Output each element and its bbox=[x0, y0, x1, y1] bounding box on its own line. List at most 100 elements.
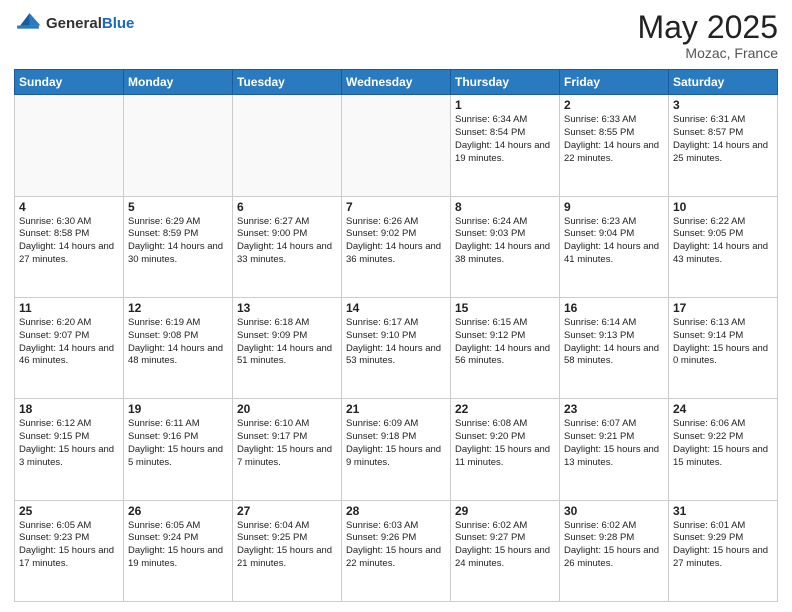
day-info: Sunrise: 6:06 AM Sunset: 9:22 PM Dayligh… bbox=[673, 418, 773, 469]
table-row: 1 Sunrise: 6:34 AM Sunset: 8:54 PM Daylig… bbox=[451, 95, 560, 196]
col-sunday: Sunday bbox=[15, 70, 124, 95]
col-friday: Friday bbox=[560, 70, 669, 95]
table-row: 4Sunrise: 6:30 AM Sunset: 8:58 PM Daylig… bbox=[15, 196, 124, 297]
location: Mozac, France bbox=[637, 45, 778, 61]
day-number: 25 bbox=[19, 504, 119, 518]
day-number: 5 bbox=[128, 200, 228, 214]
day-info: Sunrise: 6:03 AM Sunset: 9:26 PM Dayligh… bbox=[346, 520, 446, 571]
day-info: Sunrise: 6:17 AM Sunset: 9:10 PM Dayligh… bbox=[346, 317, 446, 368]
day-info: Sunrise: 6:05 AM Sunset: 9:24 PM Dayligh… bbox=[128, 520, 228, 571]
day-info: Sunrise: 6:12 AM Sunset: 9:15 PM Dayligh… bbox=[19, 418, 119, 469]
calendar-week-row: 25 Sunrise: 6:05 AM Sunset: 9:23 PM Dayli… bbox=[15, 500, 778, 601]
table-row: 3Sunrise: 6:31 AM Sunset: 8:57 PM Daylig… bbox=[669, 95, 778, 196]
table-row: 11Sunrise: 6:20 AM Sunset: 9:07 PM Dayli… bbox=[15, 297, 124, 398]
day-number: 17 bbox=[673, 301, 773, 315]
table-row: 2Sunrise: 6:33 AM Sunset: 8:55 PM Daylig… bbox=[560, 95, 669, 196]
header: GeneralBlue May 2025 Mozac, France bbox=[14, 10, 778, 61]
calendar-header-row: Sunday Monday Tuesday Wednesday Thursday… bbox=[15, 70, 778, 95]
day-number: 31 bbox=[673, 504, 773, 518]
table-row: 23Sunrise: 6:07 AM Sunset: 9:21 PM Dayli… bbox=[560, 399, 669, 500]
table-row bbox=[233, 95, 342, 196]
table-row bbox=[15, 95, 124, 196]
table-row: 13 Sunrise: 6:18 AM Sunset: 9:09 PM Dayli… bbox=[233, 297, 342, 398]
day-number: 13 bbox=[237, 301, 337, 315]
day-number: 2 bbox=[564, 98, 664, 112]
day-info: Sunrise: 6:14 AM Sunset: 9:13 PM Dayligh… bbox=[564, 317, 664, 368]
day-number: 30 bbox=[564, 504, 664, 518]
day-number: 23 bbox=[564, 402, 664, 416]
day-number: 19 bbox=[128, 402, 228, 416]
table-row: 20 Sunrise: 6:10 AM Sunset: 9:17 PM Dayli… bbox=[233, 399, 342, 500]
day-info: Sunrise: 6:23 AM Sunset: 9:04 PM Dayligh… bbox=[564, 216, 664, 267]
table-row bbox=[124, 95, 233, 196]
calendar-week-row: 18 Sunrise: 6:12 AM Sunset: 9:15 PM Dayli… bbox=[15, 399, 778, 500]
calendar-table: Sunday Monday Tuesday Wednesday Thursday… bbox=[14, 69, 778, 602]
calendar-week-row: 4Sunrise: 6:30 AM Sunset: 8:58 PM Daylig… bbox=[15, 196, 778, 297]
day-number: 24 bbox=[673, 402, 773, 416]
col-tuesday: Tuesday bbox=[233, 70, 342, 95]
day-number: 3 bbox=[673, 98, 773, 112]
day-number: 18 bbox=[19, 402, 119, 416]
table-row: 16 Sunrise: 6:14 AM Sunset: 9:13 PM Dayli… bbox=[560, 297, 669, 398]
day-info: Sunrise: 6:22 AM Sunset: 9:05 PM Dayligh… bbox=[673, 216, 773, 267]
table-row: 29Sunrise: 6:02 AM Sunset: 9:27 PM Dayli… bbox=[451, 500, 560, 601]
day-number: 7 bbox=[346, 200, 446, 214]
table-row: 12Sunrise: 6:19 AM Sunset: 9:08 PM Dayli… bbox=[124, 297, 233, 398]
logo-text: GeneralBlue bbox=[46, 16, 134, 33]
day-number: 27 bbox=[237, 504, 337, 518]
calendar-week-row: 11Sunrise: 6:20 AM Sunset: 9:07 PM Dayli… bbox=[15, 297, 778, 398]
day-number: 28 bbox=[346, 504, 446, 518]
table-row: 30 Sunrise: 6:02 AM Sunset: 9:28 PM Dayli… bbox=[560, 500, 669, 601]
logo-blue: Blue bbox=[102, 15, 135, 32]
month-title: May 2025 bbox=[637, 10, 778, 45]
day-number: 20 bbox=[237, 402, 337, 416]
table-row: 8 Sunrise: 6:24 AM Sunset: 9:03 PM Daylig… bbox=[451, 196, 560, 297]
day-info: Sunrise: 6:34 AM Sunset: 8:54 PM Dayligh… bbox=[455, 114, 555, 165]
day-info: Sunrise: 6:27 AM Sunset: 9:00 PM Dayligh… bbox=[237, 216, 337, 267]
day-number: 4 bbox=[19, 200, 119, 214]
table-row: 25 Sunrise: 6:05 AM Sunset: 9:23 PM Dayli… bbox=[15, 500, 124, 601]
table-row: 7Sunrise: 6:26 AM Sunset: 9:02 PM Daylig… bbox=[342, 196, 451, 297]
day-number: 15 bbox=[455, 301, 555, 315]
logo-general: General bbox=[46, 15, 102, 32]
day-info: Sunrise: 6:24 AM Sunset: 9:03 PM Dayligh… bbox=[455, 216, 555, 267]
table-row: 14 Sunrise: 6:17 AM Sunset: 9:10 PM Dayli… bbox=[342, 297, 451, 398]
day-info: Sunrise: 6:18 AM Sunset: 9:09 PM Dayligh… bbox=[237, 317, 337, 368]
day-number: 8 bbox=[455, 200, 555, 214]
table-row: 17Sunrise: 6:13 AM Sunset: 9:14 PM Dayli… bbox=[669, 297, 778, 398]
day-info: Sunrise: 6:09 AM Sunset: 9:18 PM Dayligh… bbox=[346, 418, 446, 469]
day-info: Sunrise: 6:02 AM Sunset: 9:27 PM Dayligh… bbox=[455, 520, 555, 571]
day-info: Sunrise: 6:11 AM Sunset: 9:16 PM Dayligh… bbox=[128, 418, 228, 469]
day-info: Sunrise: 6:15 AM Sunset: 9:12 PM Dayligh… bbox=[455, 317, 555, 368]
col-thursday: Thursday bbox=[451, 70, 560, 95]
table-row bbox=[342, 95, 451, 196]
col-wednesday: Wednesday bbox=[342, 70, 451, 95]
table-row: 18 Sunrise: 6:12 AM Sunset: 9:15 PM Dayli… bbox=[15, 399, 124, 500]
day-number: 14 bbox=[346, 301, 446, 315]
day-info: Sunrise: 6:01 AM Sunset: 9:29 PM Dayligh… bbox=[673, 520, 773, 571]
day-number: 6 bbox=[237, 200, 337, 214]
table-row: 15 Sunrise: 6:15 AM Sunset: 9:12 PM Dayli… bbox=[451, 297, 560, 398]
table-row: 5 Sunrise: 6:29 AM Sunset: 8:59 PM Daylig… bbox=[124, 196, 233, 297]
table-row: 10Sunrise: 6:22 AM Sunset: 9:05 PM Dayli… bbox=[669, 196, 778, 297]
table-row: 9 Sunrise: 6:23 AM Sunset: 9:04 PM Daylig… bbox=[560, 196, 669, 297]
day-info: Sunrise: 6:10 AM Sunset: 9:17 PM Dayligh… bbox=[237, 418, 337, 469]
day-number: 26 bbox=[128, 504, 228, 518]
day-number: 9 bbox=[564, 200, 664, 214]
calendar-week-row: 1 Sunrise: 6:34 AM Sunset: 8:54 PM Daylig… bbox=[15, 95, 778, 196]
table-row: 19 Sunrise: 6:11 AM Sunset: 9:16 PM Dayli… bbox=[124, 399, 233, 500]
day-info: Sunrise: 6:05 AM Sunset: 9:23 PM Dayligh… bbox=[19, 520, 119, 571]
day-number: 21 bbox=[346, 402, 446, 416]
table-row: 28 Sunrise: 6:03 AM Sunset: 9:26 PM Dayli… bbox=[342, 500, 451, 601]
day-number: 22 bbox=[455, 402, 555, 416]
day-number: 1 bbox=[455, 98, 555, 112]
day-info: Sunrise: 6:04 AM Sunset: 9:25 PM Dayligh… bbox=[237, 520, 337, 571]
day-number: 16 bbox=[564, 301, 664, 315]
table-row: 24 Sunrise: 6:06 AM Sunset: 9:22 PM Dayli… bbox=[669, 399, 778, 500]
table-row: 21 Sunrise: 6:09 AM Sunset: 9:18 PM Dayli… bbox=[342, 399, 451, 500]
day-info: Sunrise: 6:29 AM Sunset: 8:59 PM Dayligh… bbox=[128, 216, 228, 267]
logo-icon bbox=[14, 10, 42, 38]
table-row: 27 Sunrise: 6:04 AM Sunset: 9:25 PM Dayli… bbox=[233, 500, 342, 601]
day-info: Sunrise: 6:20 AM Sunset: 9:07 PM Dayligh… bbox=[19, 317, 119, 368]
day-info: Sunrise: 6:02 AM Sunset: 9:28 PM Dayligh… bbox=[564, 520, 664, 571]
